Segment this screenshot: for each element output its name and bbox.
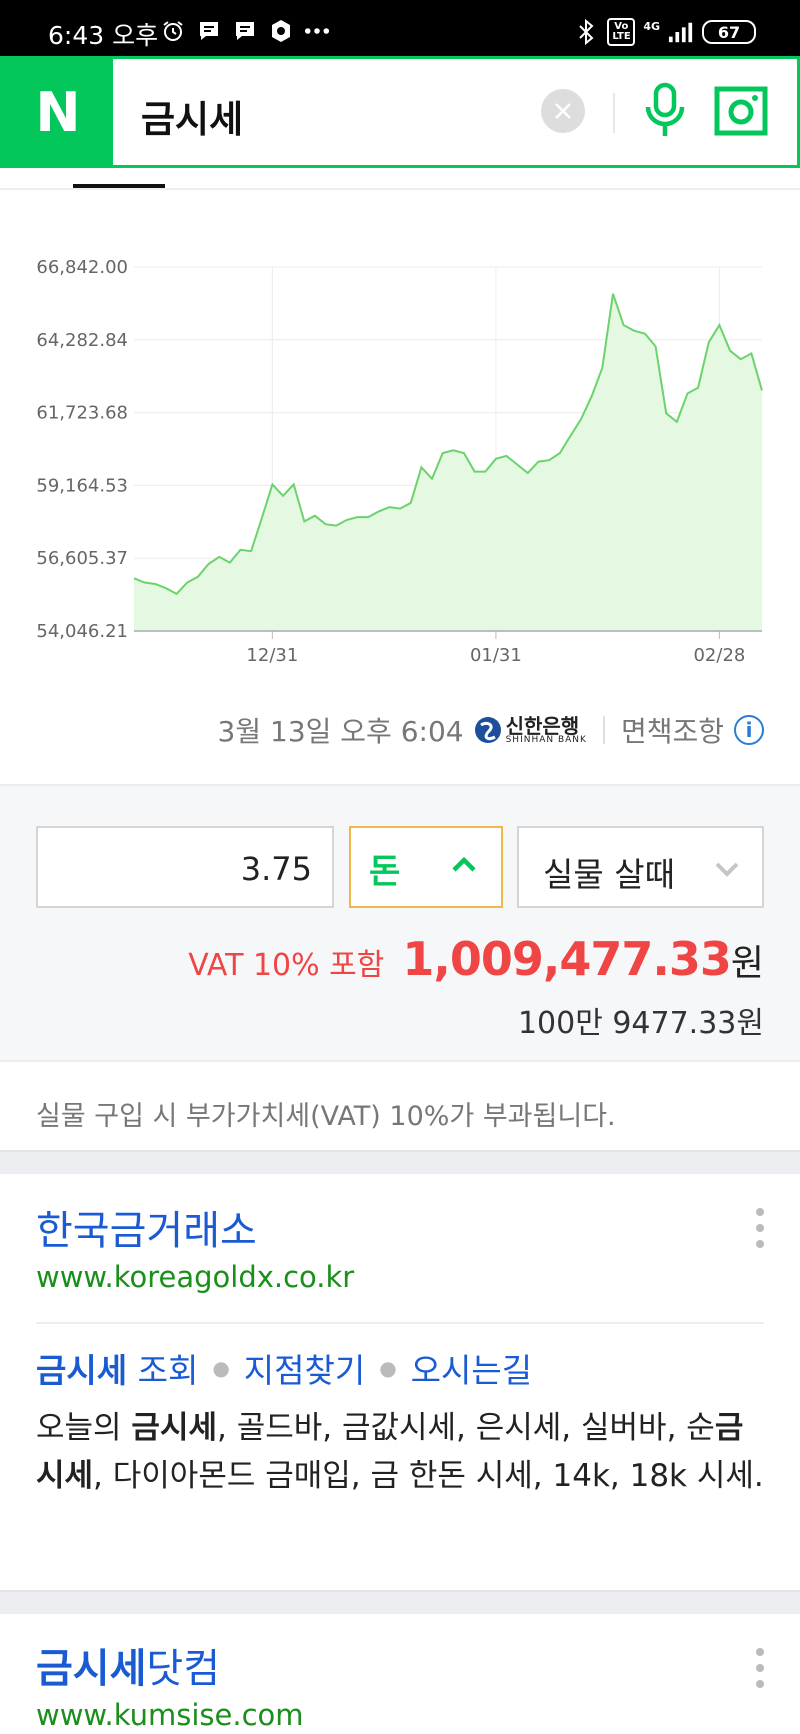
naver-logo[interactable]: N (3, 59, 113, 165)
result-description: 오늘의 금시세, 골드바, 금값시세, 은시세, 실버바, 순금시세, 다이아몬… (36, 1410, 764, 1494)
result-sitelinks: 금시세 조회 ● 지점찾기 ● 오시는길 (36, 1344, 532, 1392)
bank-name-en: SHINHAN BANK (505, 734, 587, 745)
price-area (134, 293, 762, 631)
result-title-koreagoldx[interactable]: 한국금거래소 (36, 1198, 257, 1256)
voice-search-button[interactable] (643, 81, 687, 141)
more-options-icon[interactable] (755, 1208, 765, 1248)
shinhan-bank-icon (474, 717, 501, 743)
calculated-price: VAT 10% 포함 1,009,477.33 원 (188, 932, 764, 986)
notification-icons (160, 18, 330, 44)
chevron-up-icon (452, 856, 476, 872)
camera-lens-icon (714, 86, 768, 136)
x-tick-label: 01/31 (470, 645, 522, 666)
bluetooth-icon (573, 19, 599, 45)
result-url-kumsise[interactable]: www.kumsise.com (36, 1698, 304, 1732)
gold-calculator: 3.75 돈 실물 살때 VAT 10% 포함 1,009,477.33 원 1… (0, 784, 800, 1062)
chart-svg: 66,842.00 64,282.84 61,723.68 59,164.53 56,6… (36, 257, 763, 666)
result-url-koreagoldx[interactable]: www.koreagoldx.co.kr (36, 1260, 354, 1294)
section-gap-2 (0, 1590, 800, 1614)
y-tick-label: 54,046.21 (36, 621, 128, 642)
unit-select[interactable]: 돈 (349, 826, 503, 908)
search-input[interactable]: 금시세 (141, 89, 243, 143)
y-tick-label: 64,282.84 (36, 330, 128, 351)
status-bar: 6:43 오후 Vo LTE 4G 67 (0, 0, 800, 56)
gold-price-chart: 66,842.00 64,282.84 61,723.68 59,164.53 56,6… (0, 240, 800, 670)
signal-icon (668, 19, 694, 45)
microphone-icon (645, 82, 685, 136)
image-search-button[interactable] (713, 85, 769, 137)
price-amount: 1,009,477.33 (402, 932, 731, 986)
x-tick-label: 02/28 (693, 645, 745, 666)
clear-search-button[interactable] (541, 89, 585, 133)
network-type: 4G (643, 19, 660, 33)
section-gap (0, 1150, 800, 1174)
vat-note: 실물 구입 시 부가가치세(VAT) 10%가 부과됩니다. (36, 1101, 616, 1132)
y-tick-label: 66,842.00 (36, 257, 128, 278)
source-divider (602, 716, 605, 744)
quantity-input[interactable]: 3.75 (36, 826, 334, 908)
battery-icon: 67 (702, 20, 756, 44)
vat-label: VAT 10% 포함 (188, 948, 385, 983)
source-line: 3월 13일 오후 6:04 신한은행 SHINHAN BANK 면책조항 i (218, 710, 764, 750)
unit-value: 돈 (369, 852, 401, 892)
message-icon-2 (232, 18, 258, 44)
sitelink-directions[interactable]: 오시는길 (411, 1344, 532, 1392)
bank-name: 신한은행 (505, 713, 580, 738)
disclaimer-link[interactable]: 면책조항 (621, 710, 724, 750)
tab-divider (0, 188, 800, 190)
alarm-icon (160, 18, 186, 44)
currency-label: 원 (730, 943, 764, 984)
trade-mode-value: 실물 살때 (543, 855, 675, 894)
app-shield-icon (268, 18, 294, 44)
info-icon[interactable]: i (734, 715, 764, 745)
bank-logo: 신한은행 SHINHAN BANK (474, 716, 587, 745)
price-korean: 100만 9477.33원 (517, 1006, 764, 1041)
y-tick-label: 59,164.53 (36, 475, 128, 496)
sitelink-price-lookup[interactable]: 금시세 조회 (36, 1344, 198, 1392)
close-icon (555, 103, 571, 119)
more-notifications-icon (304, 18, 330, 44)
sitelink-separator: ● (212, 1356, 230, 1380)
x-tick-label: 12/31 (246, 645, 298, 666)
result-divider (36, 1322, 764, 1324)
status-time: 6:43 오후 (48, 21, 159, 50)
trade-mode-select[interactable]: 실물 살때 (517, 826, 764, 908)
chevron-down-icon (715, 862, 739, 877)
y-tick-label: 56,605.37 (36, 548, 128, 569)
system-icons: Vo LTE 4G 67 (573, 18, 756, 46)
price-timestamp: 3월 13일 오후 6:04 (217, 715, 464, 748)
sitelink-separator: ● (379, 1356, 397, 1380)
sitelink-branch-finder[interactable]: 지점찾기 (244, 1344, 365, 1392)
y-tick-label: 61,723.68 (36, 403, 128, 424)
volte-icon: Vo LTE (607, 18, 636, 46)
message-icon (196, 18, 222, 44)
header-divider (613, 93, 615, 133)
result-title-kumsise[interactable]: 금시세닷컴 (36, 1636, 220, 1694)
search-header: N 금시세 (0, 56, 800, 168)
more-options-icon-2[interactable] (755, 1648, 765, 1688)
